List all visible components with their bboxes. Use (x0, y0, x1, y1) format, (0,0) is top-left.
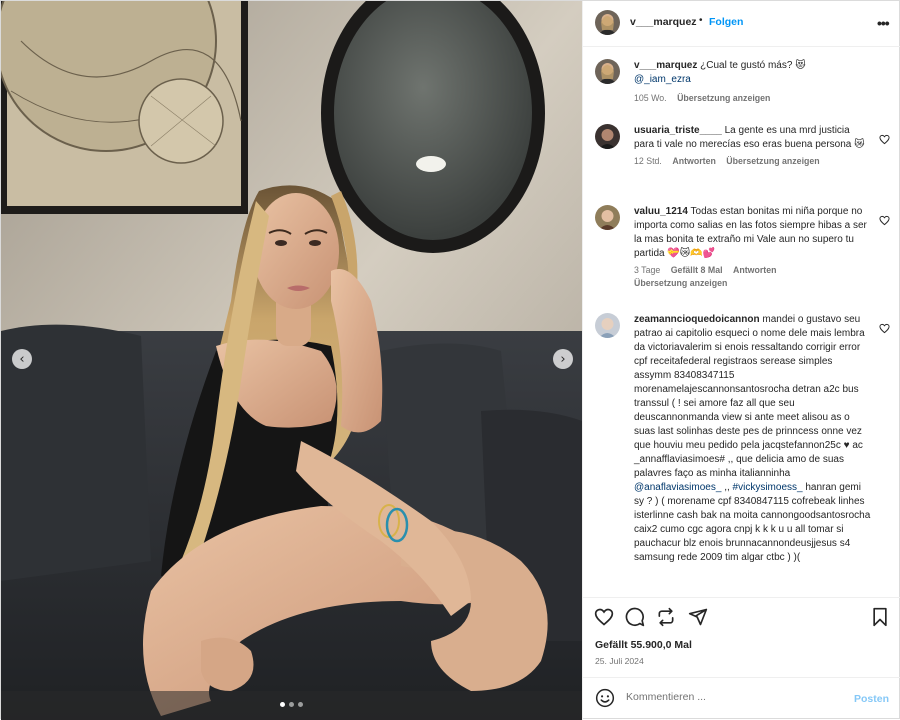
commenter-avatar[interactable] (595, 313, 620, 338)
separator-dot: • (699, 15, 703, 26)
more-options-icon[interactable]: ••• (877, 15, 890, 31)
previous-photo-button[interactable]: ‹ (12, 349, 32, 369)
pagination-dot (289, 702, 294, 707)
chevron-left-icon: ‹ (19, 351, 25, 367)
photo-illustration (1, 1, 582, 720)
avatar-image (595, 10, 620, 35)
caption-username[interactable]: v___marquez (634, 60, 697, 71)
comment-username[interactable]: usuaria_triste____ (634, 125, 722, 136)
follow-button[interactable]: Folgen (709, 16, 743, 28)
translate-button[interactable]: Übersetzung anzeigen (677, 93, 770, 103)
caption-avatar[interactable] (595, 59, 620, 84)
post-comment-button[interactable]: Posten (854, 693, 889, 705)
commenter-avatar[interactable] (595, 205, 620, 230)
pagination-dot (298, 702, 303, 707)
comment-bubble-icon[interactable] (625, 607, 645, 627)
heart-icon[interactable] (594, 607, 614, 627)
comment-username[interactable]: zeamanncioquedoicannon (634, 314, 760, 325)
comment-input[interactable] (626, 691, 846, 703)
comment-mention[interactable]: @anaflaviasimoes_ (634, 482, 721, 493)
avatar-image (595, 205, 620, 230)
chevron-right-icon: › (560, 351, 566, 367)
photo-pagination-dots (280, 702, 303, 707)
likes-count[interactable]: Gefällt 55.900,0 Mal (595, 639, 692, 651)
comments-list[interactable]: v___marquez ¿Cual te gustó más? 😻 @_iam_… (583, 48, 900, 596)
comment-username[interactable]: valuu_1214 (634, 206, 688, 217)
author-username[interactable]: v___marquez (630, 16, 697, 28)
repost-icon[interactable] (656, 607, 676, 627)
comment-time: 3 Tage (634, 265, 661, 275)
paper-plane-icon[interactable] (688, 607, 708, 627)
comment-likes[interactable]: Gefällt 8 Mal (671, 265, 723, 275)
reply-button[interactable]: Antworten (733, 265, 777, 275)
post-header: v___marquez • Folgen ••• (583, 1, 900, 47)
translate-button[interactable]: Übersetzung anzeigen (634, 278, 727, 288)
add-comment-bar: Posten (583, 677, 900, 720)
bookmark-icon[interactable] (870, 607, 890, 627)
reply-button[interactable]: Antworten (672, 156, 716, 166)
smiley-icon[interactable] (595, 688, 615, 708)
next-photo-button[interactable]: › (553, 349, 573, 369)
author-avatar[interactable] (595, 10, 620, 35)
caption-mention[interactable]: @_iam_ezra (634, 74, 691, 85)
post-dialog: ‹ › v___marquez • Folgen ••• v___marquez… (0, 0, 900, 720)
translate-button[interactable]: Übersetzung anzeigen (726, 156, 819, 166)
post-date: 25. Juli 2024 (595, 656, 644, 666)
comment-time: 12 Std. (634, 156, 662, 166)
comment-hashtag[interactable]: #vickysimoess_ (733, 482, 803, 493)
caption-time: 105 Wo. (634, 93, 667, 103)
comment-like-icon[interactable] (879, 134, 890, 145)
avatar-image (595, 313, 620, 338)
post-actions: Gefällt 55.900,0 Mal 25. Juli 2024 (583, 597, 900, 677)
post-sidebar: v___marquez • Folgen ••• v___marquez ¿Cu… (582, 1, 900, 720)
avatar-image (595, 59, 620, 84)
post-photo[interactable]: ‹ › (1, 1, 582, 720)
caption-text: ¿Cual te gustó más? 😻 (700, 60, 806, 71)
pagination-dot (280, 702, 285, 707)
avatar-image (595, 124, 620, 149)
comment-text: mandei o gustavo seu patrao ai capitolio… (634, 314, 865, 479)
comment-like-icon[interactable] (879, 215, 890, 226)
comment-text: ,, (721, 482, 733, 493)
comment-like-icon[interactable] (879, 323, 890, 334)
commenter-avatar[interactable] (595, 124, 620, 149)
comment-text: hanran gemi sy ? ) ( morename cpf 834084… (634, 482, 871, 563)
